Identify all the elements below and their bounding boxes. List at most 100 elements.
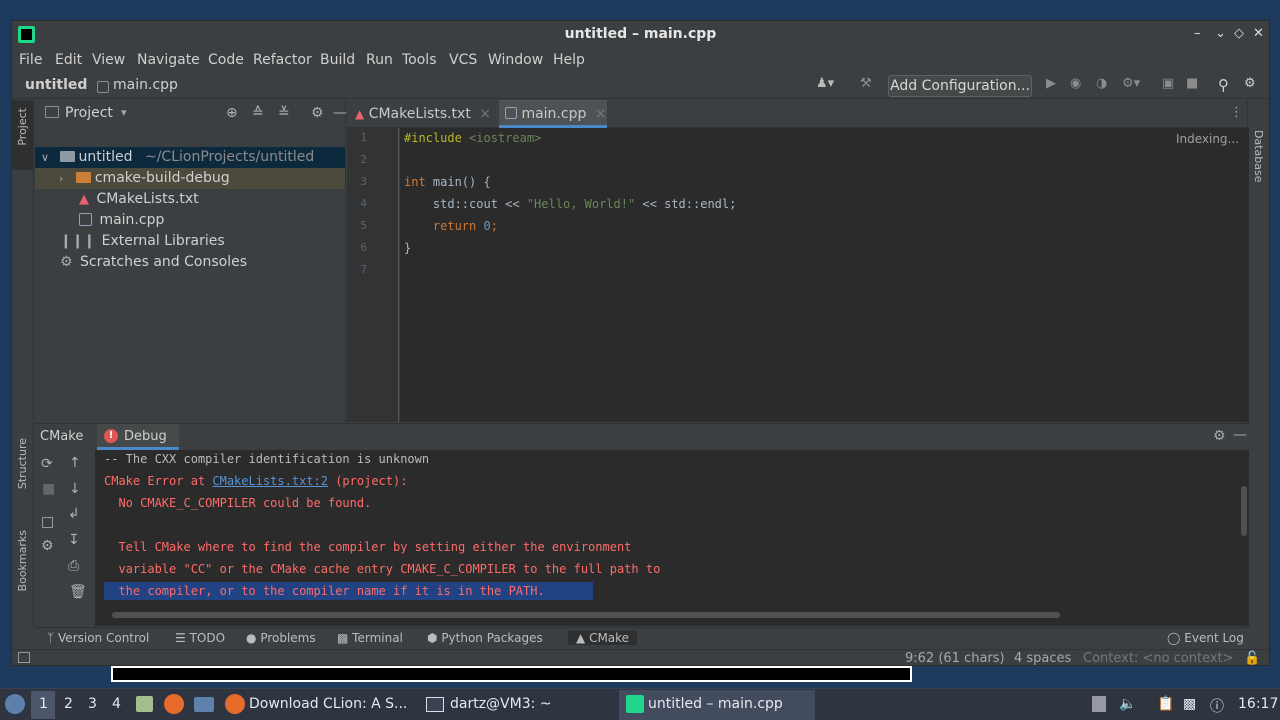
menu-vcs[interactable]: VCS <box>449 52 477 68</box>
caret-position[interactable]: 9:62 (61 chars) <box>905 651 1005 666</box>
maximize-button[interactable]: ◇ <box>1234 27 1244 41</box>
menu-view[interactable]: View <box>92 52 125 68</box>
clipboard-icon[interactable]: 📋 <box>1157 696 1174 712</box>
scroll-to-end-icon[interactable]: ↧ <box>68 532 80 548</box>
menu-build[interactable]: Build <box>320 52 355 68</box>
project-panel-title[interactable]: Project <box>65 105 113 121</box>
tool-problems[interactable]: ● Problems <box>246 631 316 645</box>
tree-item-cmakelists[interactable]: ▲ CMakeLists.txt <box>35 189 345 210</box>
profile-icon[interactable]: ⚙▾ <box>1122 76 1140 96</box>
file-manager-icon[interactable] <box>136 696 153 712</box>
arrow-down-icon[interactable]: ↓ <box>69 481 81 497</box>
cmake-settings-icon[interactable]: □ <box>41 514 54 530</box>
tab-debug-panel[interactable]: ! Debug <box>97 424 179 450</box>
tab-cmake-panel[interactable]: CMake <box>40 429 83 444</box>
volume-icon[interactable]: 🔈 <box>1119 696 1136 712</box>
notification-icon[interactable]: ⓘ <box>1210 696 1224 716</box>
more-icon[interactable]: ⋮ <box>1230 105 1243 120</box>
database-tool-button[interactable]: Database <box>1252 130 1265 183</box>
debug-icon[interactable]: ◉ <box>1070 76 1081 96</box>
menu-code[interactable]: Code <box>208 52 244 68</box>
workspace-2[interactable]: 2 <box>64 696 73 712</box>
task-terminal[interactable]: dartz@VM3: ~ <box>450 696 552 712</box>
tree-item-external-libraries[interactable]: ❙❙❙ External Libraries <box>35 231 345 252</box>
close-icon[interactable]: × <box>479 106 491 122</box>
minimize-button[interactable]: – <box>1194 27 1201 41</box>
breadcrumb-file[interactable]: main.cpp <box>113 77 178 93</box>
menu-refactor[interactable]: Refactor <box>253 52 312 68</box>
tree-item-scratches[interactable]: ⚙ Scratches and Consoles <box>35 252 345 273</box>
restore-button[interactable]: ⌄ <box>1215 27 1226 41</box>
menu-navigate[interactable]: Navigate <box>137 52 200 68</box>
menu-file[interactable]: File <box>19 52 42 68</box>
firefox-icon[interactable] <box>164 694 184 714</box>
lock-icon[interactable]: 🔓 <box>1244 651 1260 666</box>
task-clion[interactable]: untitled – main.cpp <box>648 696 783 712</box>
code-editor[interactable]: Indexing... #include <iostream> int main… <box>400 128 1249 422</box>
menu-window[interactable]: Window <box>488 52 543 68</box>
tool-terminal[interactable]: ▩ Terminal <box>337 631 403 645</box>
menu-tools[interactable]: Tools <box>402 52 437 68</box>
start-menu-icon[interactable] <box>5 694 25 714</box>
horizontal-scrollbar[interactable] <box>112 612 1060 618</box>
tree-item-cmake-build-debug[interactable]: › cmake-build-debug <box>35 168 345 189</box>
close-button[interactable]: ✕ <box>1253 27 1264 41</box>
tool-todo[interactable]: ☰ TODO <box>175 631 225 645</box>
locate-icon[interactable]: ⊕ <box>226 105 238 121</box>
breadcrumb-project[interactable]: untitled <box>25 77 87 93</box>
tree-root-untitled[interactable]: ∨ untitled ~/CLionProjects/untitled <box>35 147 345 168</box>
bookmarks-tool-button[interactable]: Bookmarks <box>16 530 29 591</box>
collapse-all-icon[interactable]: ≚ <box>278 105 290 121</box>
stop-icon[interactable]: ■ <box>1186 76 1198 96</box>
print-icon[interactable]: ⎙ <box>68 558 79 574</box>
soft-wrap-icon[interactable]: ↲ <box>68 506 80 522</box>
workspace-1[interactable]: 1 <box>39 696 48 712</box>
tab-main-cpp[interactable]: main.cpp × <box>499 100 607 128</box>
tray-icon[interactable] <box>1092 696 1106 712</box>
chevron-down-icon[interactable]: ∨ <box>41 151 49 164</box>
search-icon[interactable]: ⚲ <box>1218 76 1229 96</box>
workspace-3[interactable]: 3 <box>88 696 97 712</box>
expand-all-icon[interactable]: ≙ <box>252 105 264 121</box>
desktop-icon[interactable] <box>194 697 214 712</box>
settings-icon[interactable]: ⚙ <box>41 538 54 554</box>
coverage-icon[interactable]: ◑ <box>1096 76 1107 96</box>
user-icon[interactable]: ♟▾ <box>816 76 834 96</box>
vertical-scrollbar[interactable] <box>1241 486 1247 536</box>
tree-item-main-cpp[interactable]: main.cpp <box>35 210 345 231</box>
trash-icon[interactable]: 🗑 <box>69 584 87 600</box>
layout-icon[interactable] <box>18 652 30 663</box>
stop-icon[interactable]: ■ <box>42 481 55 497</box>
tool-cmake[interactable]: ▲ CMake <box>568 631 638 645</box>
hammer-icon[interactable]: ⚒ <box>860 76 872 96</box>
indent-setting[interactable]: 4 spaces <box>1014 651 1071 666</box>
settings-icon[interactable]: ⚙ <box>1244 76 1256 96</box>
chevron-right-icon[interactable]: › <box>59 172 63 185</box>
reload-icon[interactable]: ⟳ <box>41 456 53 472</box>
attach-icon[interactable]: ▣ <box>1162 76 1174 96</box>
hide-icon[interactable]: — <box>333 105 347 121</box>
console-line-selected[interactable]: the compiler, or to the compiler name if… <box>104 582 593 600</box>
arrow-up-icon[interactable]: ↑ <box>69 455 81 471</box>
hide-icon[interactable]: — <box>1233 427 1247 443</box>
event-log-button[interactable]: ◯ Event Log <box>1167 631 1244 645</box>
task-firefox[interactable]: Download CLion: A S... <box>249 696 407 712</box>
menu-run[interactable]: Run <box>366 52 393 68</box>
structure-tool-button[interactable]: Structure <box>16 438 29 489</box>
title-bar[interactable]: untitled – main.cpp – ⌄ ◇ ✕ <box>12 21 1269 49</box>
tool-version-control[interactable]: ᛉ Version Control <box>47 631 149 645</box>
menu-edit[interactable]: Edit <box>55 52 82 68</box>
cmakelists-link[interactable]: CMakeLists.txt:2 <box>212 474 328 488</box>
gear-icon[interactable]: ⚙ <box>1213 428 1226 444</box>
screen-icon[interactable]: ▩ <box>1183 696 1196 712</box>
tool-python-packages[interactable]: ⬢ Python Packages <box>427 631 543 645</box>
project-tool-button[interactable]: Project <box>16 108 29 146</box>
close-icon[interactable]: × <box>595 106 607 122</box>
workspace-4[interactable]: 4 <box>112 696 121 712</box>
add-configuration-button[interactable]: Add Configuration... <box>888 75 1032 97</box>
context-selector[interactable]: Context: <no context> <box>1083 651 1234 666</box>
menu-help[interactable]: Help <box>553 52 585 68</box>
gear-icon[interactable]: ⚙ <box>311 105 324 121</box>
tab-cmakelists[interactable]: ▲ CMakeLists.txt × <box>355 100 495 128</box>
chevron-down-icon[interactable]: ▾ <box>121 106 127 119</box>
